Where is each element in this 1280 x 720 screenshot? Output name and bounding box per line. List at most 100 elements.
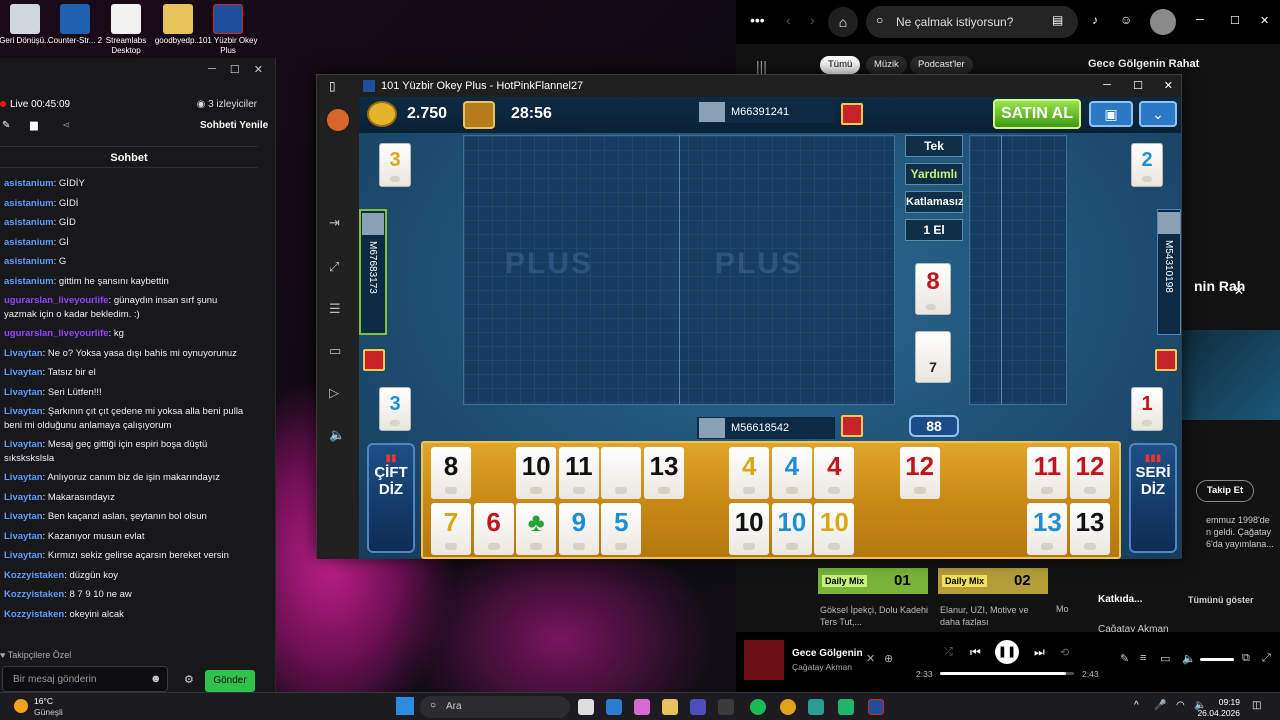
emoji-icon[interactable]: ☻: [150, 673, 162, 685]
spotify-search-input[interactable]: Ne çalmak istiyorsun?: [866, 6, 1078, 38]
home-icon[interactable]: ⌂: [828, 7, 858, 37]
chat-username[interactable]: asistanium: [4, 178, 54, 189]
chat-username[interactable]: Livaytan: [4, 387, 43, 398]
volume-slider[interactable]: [1200, 658, 1234, 661]
clock-date[interactable]: 26.04.2026: [1196, 708, 1240, 718]
rack-tile[interactable]: 4: [771, 447, 812, 499]
avatar[interactable]: [1150, 9, 1176, 35]
gift-icon[interactable]: [841, 103, 863, 125]
chat-username[interactable]: asistanium: [4, 217, 54, 228]
library-icon[interactable]: |||: [756, 58, 767, 74]
app-icon[interactable]: [838, 699, 854, 715]
chat-username[interactable]: Livaytan: [4, 511, 43, 522]
chat-username[interactable]: Kozzyistaken: [4, 609, 64, 620]
back-icon[interactable]: ‹: [786, 12, 791, 28]
notification-icon[interactable]: ◫: [1252, 700, 1261, 711]
task-view-icon[interactable]: [578, 699, 594, 715]
sliders-icon[interactable]: ☰: [329, 301, 341, 317]
rack-tile[interactable]: 8: [431, 447, 471, 499]
send-button[interactable]: Gönder: [205, 670, 255, 692]
desktop-icon-streamlabs[interactable]: Streamlabs Desktop: [96, 4, 156, 56]
forward-icon[interactable]: ›: [810, 12, 815, 28]
terminal-icon[interactable]: [718, 699, 734, 715]
player-right[interactable]: M54310198: [1157, 209, 1181, 335]
chat-username[interactable]: Livaytan: [4, 550, 43, 561]
repeat-icon[interactable]: ⟲: [1060, 646, 1069, 659]
bell-icon[interactable]: ♪: [1092, 13, 1098, 27]
sidebar-toggle-icon[interactable]: ▯: [329, 79, 336, 93]
buy-button[interactable]: SATIN AL: [993, 99, 1081, 129]
chat-username[interactable]: asistanium: [4, 198, 54, 209]
rack-tile[interactable]: 7: [431, 503, 471, 555]
miniplayer-icon[interactable]: ⧉: [1242, 652, 1250, 665]
clipboard-icon[interactable]: ▆: [30, 120, 38, 131]
track-artist[interactable]: Çağatay Akman: [792, 662, 852, 672]
rack-tile[interactable]: 4: [729, 447, 770, 499]
rack-tile[interactable]: ♣: [516, 503, 557, 555]
chat-username[interactable]: asistanium: [4, 256, 54, 267]
taskbar-search[interactable]: Ara: [420, 696, 570, 718]
copilot-icon[interactable]: [634, 699, 650, 715]
avatar[interactable]: [327, 109, 349, 131]
rack-tile[interactable]: 9: [558, 503, 599, 555]
rack-tile[interactable]: 12: [1070, 447, 1110, 499]
clock-time[interactable]: 09:19: [1216, 697, 1240, 707]
outlook-icon[interactable]: [606, 699, 622, 715]
add-icon[interactable]: ⊕: [884, 652, 893, 665]
maximize-icon[interactable]: ☐: [1133, 79, 1143, 92]
rack-tile[interactable]: 6: [473, 503, 514, 555]
chip-music[interactable]: Müzik: [866, 56, 907, 74]
minimize-icon[interactable]: ─: [1196, 14, 1204, 26]
previous-icon[interactable]: ⏮: [970, 645, 981, 660]
close-icon[interactable]: ✕: [1164, 79, 1173, 92]
lyrics-icon[interactable]: ✎: [1120, 652, 1129, 665]
chat-username[interactable]: ugurarslan_liveyourlife: [4, 295, 109, 306]
shuffle-icon[interactable]: ⤮: [944, 646, 953, 659]
rack-tile[interactable]: 11: [558, 447, 599, 499]
chat-username[interactable]: Livaytan: [4, 472, 43, 483]
chat-username[interactable]: Livaytan: [4, 406, 43, 417]
rack-tile[interactable]: 10: [771, 503, 812, 555]
file-explorer-icon[interactable]: [662, 699, 678, 715]
chat-username[interactable]: Livaytan: [4, 492, 43, 503]
fullscreen-icon[interactable]: ⤢: [1262, 652, 1271, 665]
discard-tile-bottom-left[interactable]: 3: [379, 387, 411, 431]
rack-tile[interactable]: 13: [1027, 503, 1068, 555]
volume-icon[interactable]: 🔈: [329, 427, 345, 443]
next-icon[interactable]: ⏭: [1034, 645, 1045, 660]
label-icon[interactable]: ▷: [329, 385, 339, 401]
settings-icon[interactable]: ⚙: [184, 673, 194, 686]
mic-icon[interactable]: 🎤: [1154, 700, 1166, 711]
friends-icon[interactable]: ☺: [1120, 13, 1132, 27]
chat-username[interactable]: Livaytan: [4, 348, 43, 359]
close-icon[interactable]: ✕: [1234, 284, 1244, 298]
more-icon[interactable]: •••: [750, 12, 765, 28]
rack-tile[interactable]: 10: [516, 447, 557, 499]
browse-icon[interactable]: ▤: [1052, 13, 1063, 27]
player-bottom[interactable]: M56618542: [697, 417, 835, 439]
pause-button[interactable]: ❚❚: [995, 640, 1019, 664]
chat-username[interactable]: Kozzyistaken: [4, 570, 64, 581]
rack-tile[interactable]: 4: [814, 447, 855, 499]
queue-icon[interactable]: ≡: [1140, 652, 1146, 664]
chat-username[interactable]: Livaytan: [4, 367, 43, 378]
player-left[interactable]: M67683173: [359, 209, 387, 335]
progress-bar[interactable]: [940, 672, 1074, 675]
refresh-chat-button[interactable]: Sohbeti Yenile: [200, 120, 268, 131]
spotify-icon[interactable]: [750, 699, 766, 715]
okey-app-icon[interactable]: [868, 699, 884, 715]
treasure-chest-icon[interactable]: [463, 101, 495, 129]
gift-icon[interactable]: [841, 415, 863, 437]
ticket-icon[interactable]: ▣: [1089, 101, 1133, 127]
daily-mix-1-cover[interactable]: Daily Mix 01: [818, 568, 928, 594]
device-icon[interactable]: ▭: [1160, 652, 1170, 665]
run-sort-button[interactable]: ▮▮▮ SERİ DİZ: [1129, 443, 1177, 553]
share-icon[interactable]: ⋖: [62, 120, 70, 131]
chat-username[interactable]: Kozzyistaken: [4, 589, 64, 600]
pencil-icon[interactable]: ✎: [2, 120, 10, 131]
exit-icon[interactable]: ⇥: [329, 215, 340, 231]
daily-mix-2-cover[interactable]: Daily Mix 02: [938, 568, 1048, 594]
wifi-icon[interactable]: ◠: [1176, 700, 1185, 711]
rack-tile[interactable]: 12: [899, 447, 940, 499]
minimize-icon[interactable]: ─: [1103, 79, 1111, 91]
